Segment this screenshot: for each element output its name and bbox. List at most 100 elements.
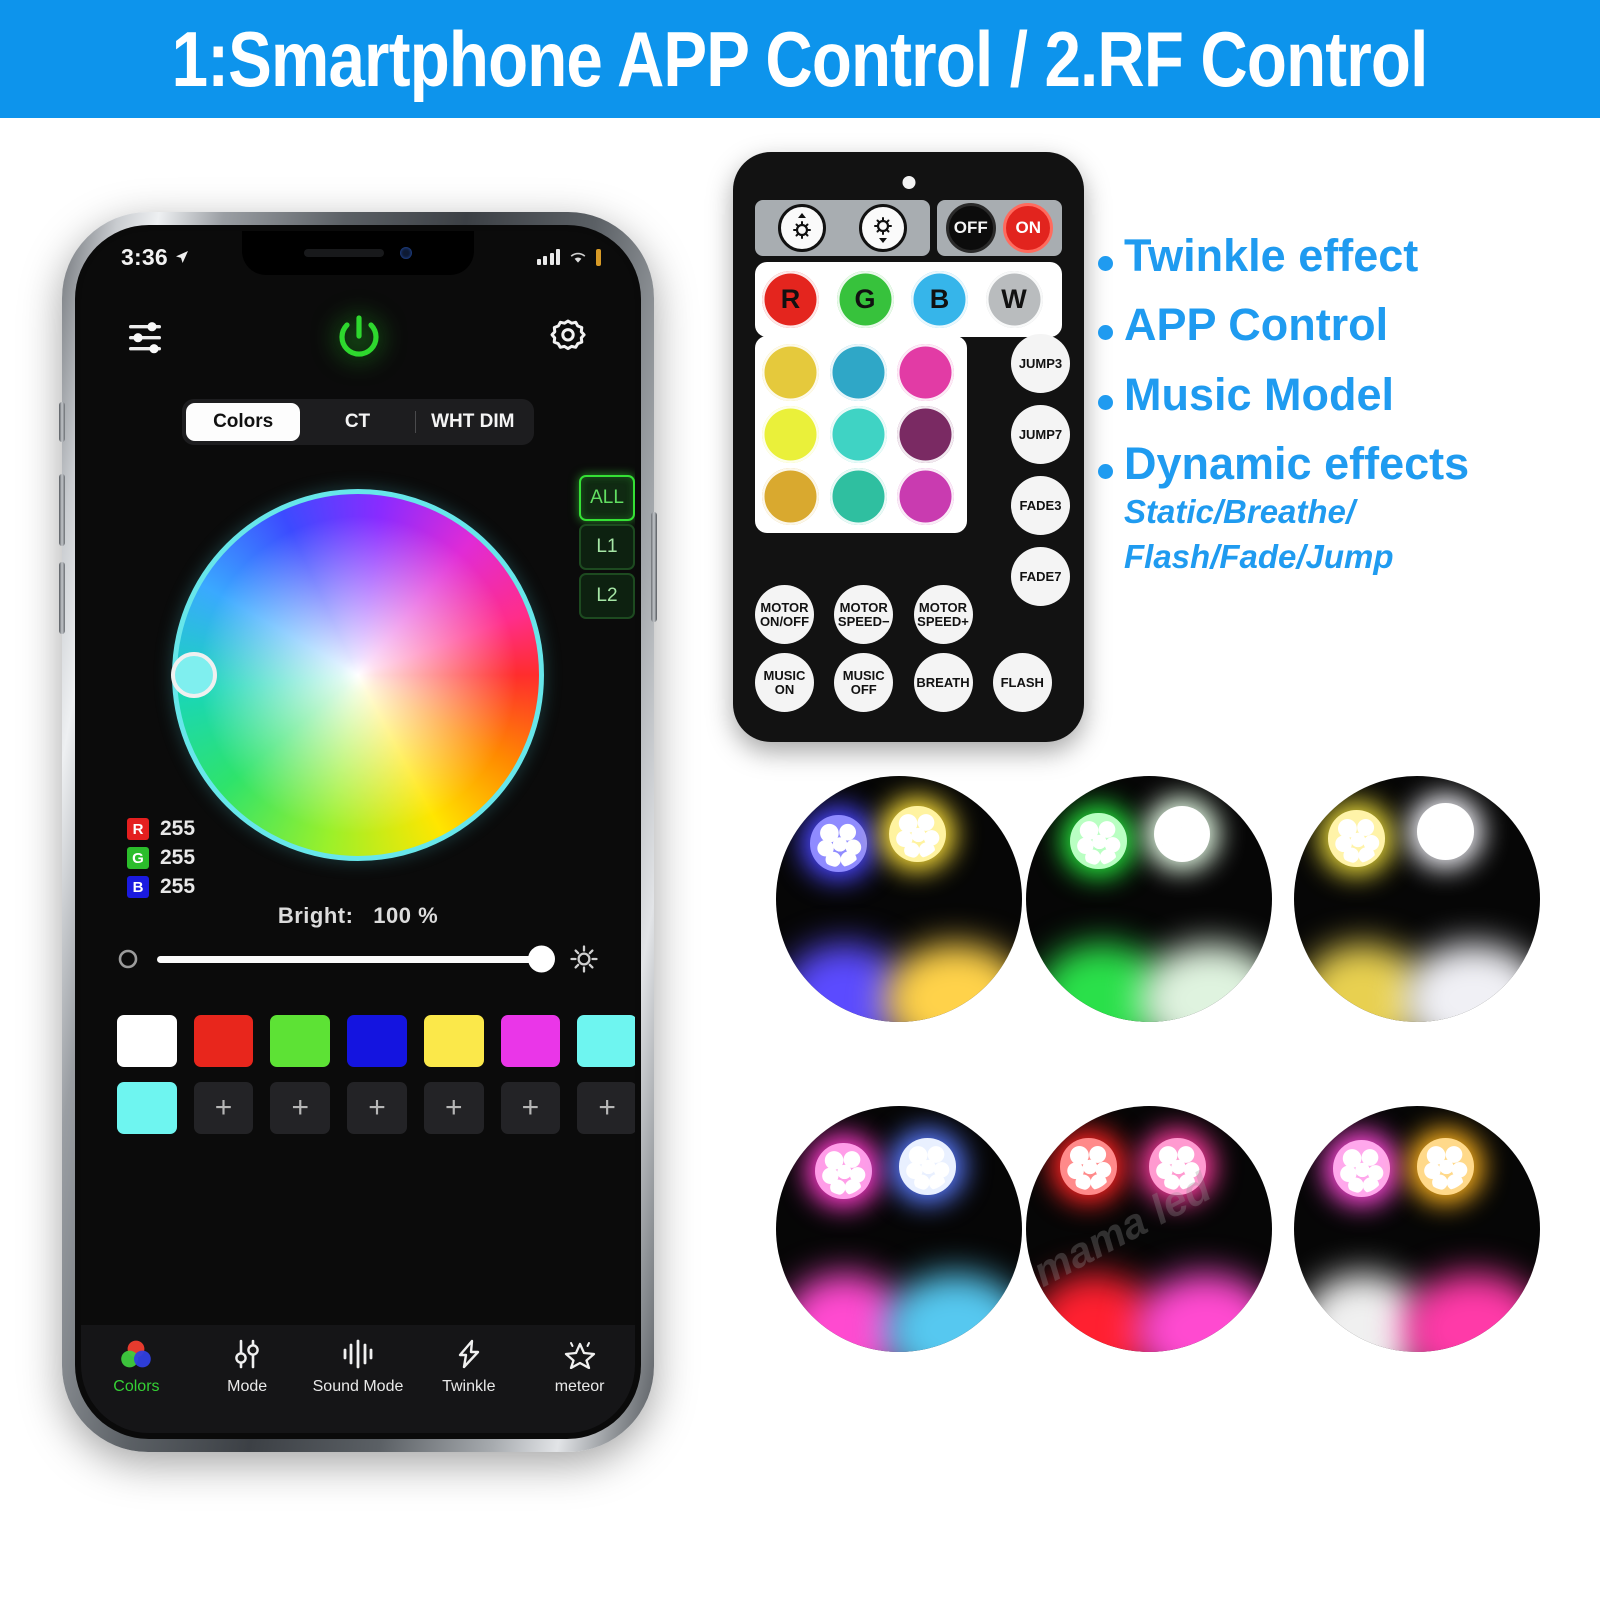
- remote-power-pad: OFF ON: [937, 200, 1062, 256]
- brightness-up-button[interactable]: [777, 204, 826, 252]
- b-value: 255: [160, 875, 196, 898]
- swatch-green[interactable]: [270, 1015, 331, 1067]
- app-screen: 3:36 Colors CT WHT DIM ALL L1 L2 R 255 G…: [81, 231, 635, 1433]
- wifi-icon: [570, 252, 586, 263]
- remote-bottom-buttons: MOTOR ON/OFF MOTOR SPEED− MOTOR SPEED+ MUSI…: [755, 585, 1062, 712]
- lightning-icon: [458, 1339, 479, 1369]
- swatch-magenta[interactable]: [500, 1015, 561, 1067]
- phone-mute-switch[interactable]: [59, 402, 65, 442]
- status-time-group: 3:36: [121, 244, 190, 271]
- led-photo-green-white: [1026, 776, 1272, 1022]
- nav-label-twinkle: Twinkle: [442, 1378, 496, 1395]
- ir-led-indicator-icon: [902, 176, 915, 189]
- feature-list: Twinkle effect APP Control Music Model D…: [1098, 232, 1598, 579]
- remote-color-button[interactable]: [829, 344, 887, 401]
- brightness-slider[interactable]: [157, 945, 555, 973]
- remote-color-button[interactable]: [762, 468, 819, 525]
- zone-all-button[interactable]: ALL: [579, 475, 635, 521]
- remote-fade3-button[interactable]: FADE3: [1011, 476, 1070, 535]
- add-swatch-button[interactable]: +: [193, 1082, 254, 1134]
- sliders-icon[interactable]: [127, 320, 171, 356]
- remote-motor-speed-up-button[interactable]: MOTOR SPEED+: [913, 585, 973, 644]
- swatch-red[interactable]: [193, 1015, 254, 1067]
- feature-bullet-app-control: APP Control: [1098, 301, 1598, 349]
- bullet-dot-icon: [1098, 463, 1113, 479]
- status-indicators: [536, 248, 601, 266]
- remote-music-on-button[interactable]: MUSIC ON: [755, 653, 814, 712]
- sliders-vertical-icon: [235, 1339, 259, 1369]
- power-icon[interactable]: [331, 310, 387, 366]
- phone-volume-up-button[interactable]: [59, 474, 65, 546]
- swatch-cyan[interactable]: [577, 1015, 635, 1067]
- remote-flash-button[interactable]: FLASH: [992, 653, 1052, 712]
- swatch-yellow[interactable]: [423, 1015, 484, 1067]
- feature-label-music-model: Music Model: [1124, 368, 1395, 420]
- remote-color-button[interactable]: [829, 406, 887, 463]
- remote-dim-pad: [755, 200, 930, 256]
- remote-color-button[interactable]: [829, 468, 887, 525]
- bottom-navigation: Colors Mode Sound Mode Twinkle meteor: [81, 1325, 635, 1433]
- smartphone-mockup: 3:36 Colors CT WHT DIM ALL L1 L2 R 255 G…: [59, 212, 657, 1452]
- swatch-cyan-saved[interactable]: [117, 1082, 177, 1134]
- remote-color-button[interactable]: [762, 406, 819, 463]
- color-wheel-handle[interactable]: [171, 652, 217, 698]
- nav-item-mode[interactable]: Mode: [192, 1339, 303, 1396]
- add-swatch-button[interactable]: +: [347, 1082, 407, 1134]
- gear-icon[interactable]: [547, 317, 589, 359]
- brightness-down-button[interactable]: [859, 204, 908, 252]
- r-value: 255: [160, 817, 196, 840]
- swatch-blue[interactable]: [347, 1015, 407, 1067]
- color-wheel[interactable]: [171, 489, 544, 861]
- tab-ct[interactable]: CT: [300, 403, 414, 441]
- remote-jump7-button[interactable]: JUMP7: [1011, 405, 1070, 464]
- g-chip: G: [127, 847, 149, 869]
- nav-label-sound-mode: Sound Mode: [312, 1378, 404, 1395]
- grid-spacer: [993, 585, 1052, 644]
- zone-l2-button[interactable]: L2: [579, 573, 635, 619]
- brightness-down-icon: [874, 217, 893, 243]
- remote-b-button[interactable]: B: [911, 271, 968, 328]
- remote-off-button[interactable]: OFF: [945, 203, 996, 253]
- nav-item-sound-mode[interactable]: Sound Mode: [303, 1339, 414, 1396]
- nav-item-twinkle[interactable]: Twinkle: [413, 1339, 524, 1396]
- remote-motor-speed-down-button[interactable]: MOTOR SPEED−: [834, 585, 894, 644]
- led-photo-magenta-blue: [776, 1106, 1022, 1352]
- led-photo-yellowgreen-white: [1294, 776, 1540, 1022]
- add-swatch-button[interactable]: +: [577, 1082, 635, 1134]
- nav-item-colors[interactable]: Colors: [81, 1339, 192, 1396]
- rgb-row-g: G 255: [127, 846, 195, 870]
- remote-breath-button[interactable]: BREATH: [913, 653, 973, 712]
- rf-remote-control: OFF ON R G B W JUMP3 JUMP7 FADE3 FADE7 M…: [733, 152, 1084, 742]
- remote-color-card: [755, 336, 967, 533]
- tab-wht-dim[interactable]: WHT DIM: [416, 403, 530, 441]
- brightness-slider-thumb[interactable]: [528, 945, 555, 973]
- remote-color-button[interactable]: [762, 344, 819, 401]
- add-swatch-button[interactable]: +: [500, 1082, 561, 1134]
- phone-volume-down-button[interactable]: [59, 562, 65, 634]
- nav-label-meteor: meteor: [554, 1378, 605, 1395]
- bullet-dot-icon: [1098, 394, 1113, 410]
- remote-jump3-button[interactable]: JUMP3: [1011, 334, 1070, 393]
- swatch-white[interactable]: [117, 1015, 177, 1067]
- remote-color-button[interactable]: [897, 468, 955, 525]
- remote-r-button[interactable]: R: [762, 271, 819, 328]
- bullet-dot-icon: [1098, 325, 1113, 341]
- nav-label-colors: Colors: [113, 1378, 160, 1395]
- rgb-row-r: R 255: [127, 817, 195, 841]
- remote-g-button[interactable]: G: [836, 271, 894, 328]
- tab-colors[interactable]: Colors: [186, 403, 301, 441]
- nav-item-meteor[interactable]: meteor: [524, 1339, 635, 1396]
- star-sparkle-icon: [564, 1342, 595, 1369]
- remote-color-button[interactable]: [897, 406, 955, 463]
- zone-l1-button[interactable]: L1: [579, 524, 635, 570]
- phone-power-button[interactable]: [651, 512, 657, 622]
- remote-on-button[interactable]: ON: [1003, 203, 1054, 253]
- add-swatch-button[interactable]: +: [270, 1082, 331, 1134]
- remote-color-button[interactable]: [897, 344, 955, 401]
- sun-icon: [570, 945, 598, 973]
- remote-motor-onoff-button[interactable]: MOTOR ON/OFF: [755, 585, 814, 644]
- front-camera-icon: [400, 247, 412, 259]
- add-swatch-button[interactable]: +: [423, 1082, 484, 1134]
- remote-music-off-button[interactable]: MUSIC OFF: [834, 653, 894, 712]
- remote-w-button[interactable]: W: [985, 271, 1043, 328]
